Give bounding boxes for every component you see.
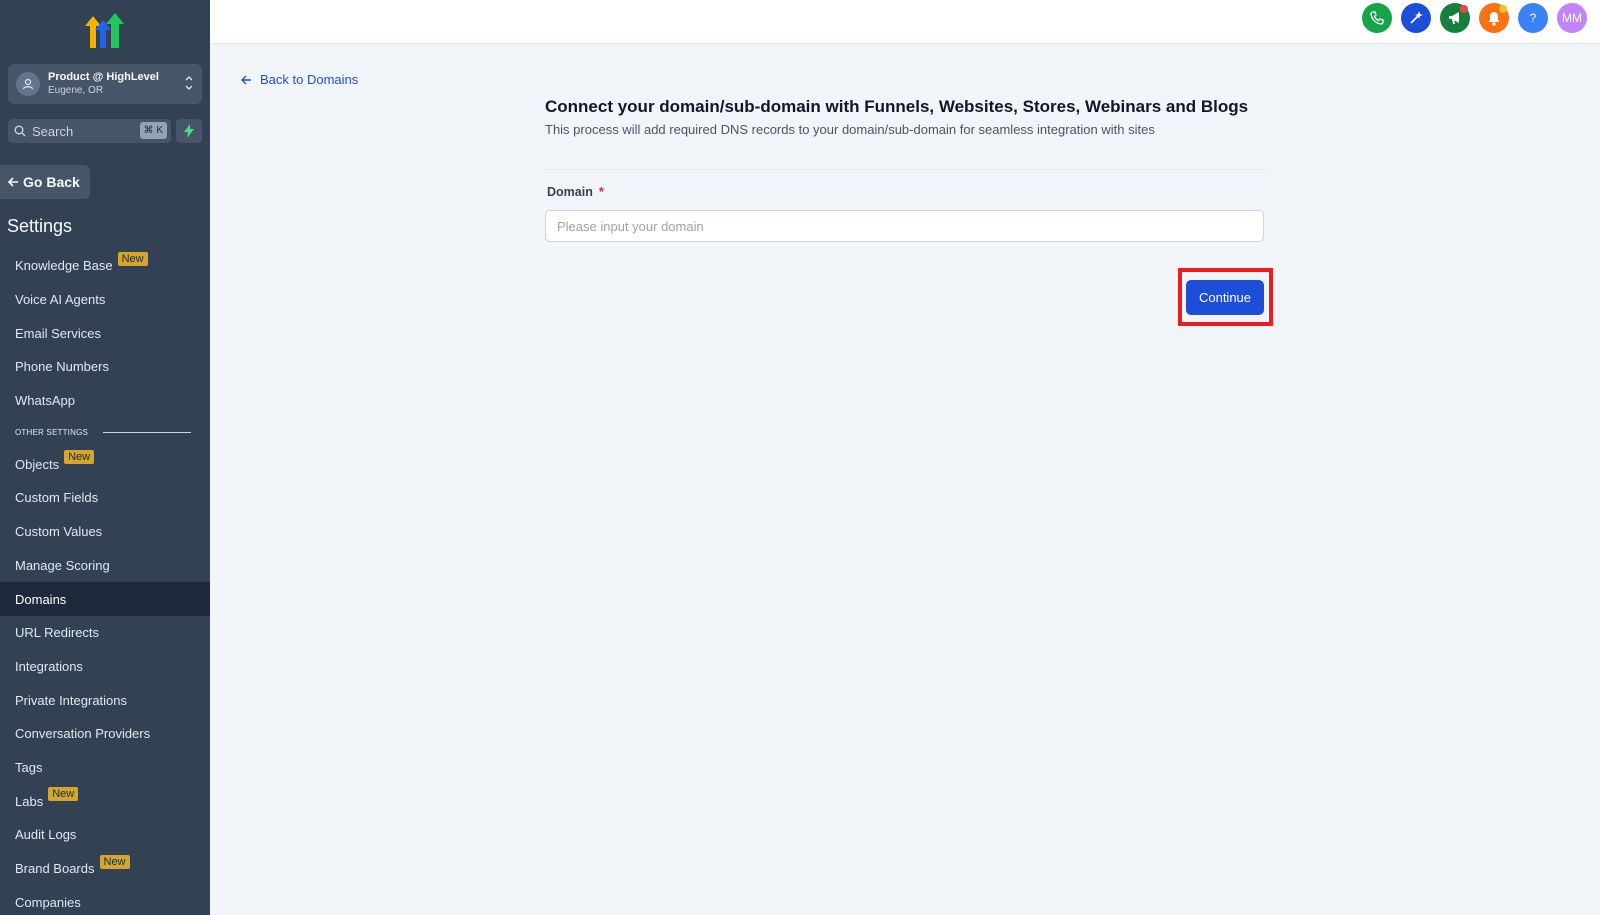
account-name: Product @ HighLevel (48, 71, 159, 83)
sidebar-item-knowledge-base[interactable]: Knowledge Base New (0, 249, 210, 283)
settings-nav: Knowledge Base New Voice AI Agents Email Se… (0, 249, 210, 915)
search-icon (14, 125, 26, 137)
divider (545, 169, 1265, 170)
back-link-label: Back to Domains (260, 72, 359, 87)
required-mark: * (598, 185, 604, 199)
settings-title: Settings (7, 216, 73, 236)
domain-input[interactable] (545, 210, 1264, 242)
notification-dot (1499, 5, 1507, 13)
sidebar-item-label: Custom Values (15, 524, 103, 540)
top-bar: ? MM (210, 0, 1600, 44)
sidebar-item-label: Manage Scoring (15, 557, 110, 573)
sidebar-item-brand-boards[interactable]: Brand Boards New (0, 852, 210, 886)
section-divider (103, 431, 192, 433)
arrow-left-icon (241, 75, 251, 84)
new-badge: New (64, 450, 95, 465)
page-title: Connect your domain/sub-domain with Funn… (545, 97, 1249, 116)
search-shortcut: ⌘ K (139, 122, 167, 139)
sidebar-item-audit-logs[interactable]: Audit Logs (0, 818, 210, 852)
ai-assistant-button[interactable] (1401, 3, 1431, 33)
back-to-domains-link[interactable]: Back to Domains (240, 72, 358, 87)
sidebar-item-conversation-providers[interactable]: Conversation Providers (0, 717, 210, 751)
sidebar-item-label: Audit Logs (15, 827, 77, 843)
sidebar-item-label: Brand Boards (15, 861, 95, 877)
sidebar-item-custom-fields[interactable]: Custom Fields (0, 481, 210, 515)
avatar-initials: MM (1562, 11, 1582, 25)
sidebar-item-labs[interactable]: Labs New (0, 784, 210, 818)
sidebar-item-email-services[interactable]: Email Services (0, 316, 210, 350)
quick-actions-button[interactable] (176, 119, 202, 143)
user-avatar[interactable]: MM (1557, 3, 1587, 33)
help-button[interactable]: ? (1518, 3, 1548, 33)
sidebar-item-phone-numbers[interactable]: Phone Numbers (0, 350, 210, 384)
sidebar-item-domains[interactable]: Domains (0, 582, 210, 616)
sidebar-item-companies[interactable]: Companies (0, 885, 210, 915)
announcements-button[interactable] (1440, 3, 1470, 33)
sidebar-item-custom-values[interactable]: Custom Values (0, 515, 210, 549)
phone-icon (1370, 11, 1384, 25)
sidebar-item-label: Labs (15, 793, 44, 809)
new-badge: New (48, 787, 79, 802)
page-subtitle: This process will add required DNS recor… (545, 122, 1155, 137)
sidebar-item-whatsapp[interactable]: WhatsApp (0, 384, 210, 418)
sidebar-item-label: Tags (15, 759, 43, 775)
phone-button[interactable] (1362, 3, 1392, 33)
sidebar-item-label: Domains (15, 591, 67, 607)
sidebar-item-url-redirects[interactable]: URL Redirects (0, 616, 210, 650)
sidebar-item-manage-scoring[interactable]: Manage Scoring (0, 549, 210, 583)
account-switcher[interactable]: Product @ HighLevel Eugene, OR (8, 64, 202, 104)
sidebar-item-label: Private Integrations (15, 692, 128, 708)
continue-button[interactable]: Continue (1186, 280, 1264, 315)
sparkle-wand-icon (1410, 11, 1423, 24)
sidebar: Product @ HighLevel Eugene, OR Search ⌘ … (0, 0, 210, 915)
help-icon: ? (1529, 11, 1537, 25)
bell-icon (1488, 11, 1500, 26)
sidebar-item-private-integrations[interactable]: Private Integrations (0, 683, 210, 717)
search-input[interactable]: Search ⌘ K (8, 119, 171, 143)
sidebar-item-label: Knowledge Base (15, 258, 113, 274)
location-icon (16, 72, 40, 96)
sidebar-item-label: URL Redirects (15, 625, 100, 641)
sidebar-item-label: Voice AI Agents (15, 292, 106, 308)
sidebar-item-label: Integrations (15, 658, 83, 674)
unread-dot (1460, 5, 1468, 13)
account-location: Eugene, OR (48, 85, 104, 96)
section-other-settings: OTHER SETTINGS (0, 417, 210, 447)
app-logo[interactable] (84, 12, 126, 48)
sidebar-item-label: Phone Numbers (15, 359, 109, 375)
lightning-icon (184, 124, 194, 138)
go-back-button[interactable]: Go Back (0, 165, 90, 199)
sidebar-item-tags[interactable]: Tags (0, 751, 210, 785)
sidebar-item-integrations[interactable]: Integrations (0, 650, 210, 684)
notifications-button[interactable] (1479, 3, 1509, 33)
go-back-label: Go Back (23, 174, 80, 190)
search-label: Search (32, 123, 74, 139)
sidebar-item-objects[interactable]: Objects New (0, 447, 210, 481)
new-badge: New (117, 251, 148, 266)
sidebar-item-label: Email Services (15, 325, 101, 341)
megaphone-icon (1448, 12, 1459, 24)
sidebar-item-label: Custom Fields (15, 490, 99, 506)
arrow-left-icon (7, 177, 18, 187)
sidebar-item-voice-ai-agents[interactable]: Voice AI Agents (0, 283, 210, 317)
sidebar-item-label: Conversation Providers (15, 726, 151, 742)
domain-label-text: Domain (547, 185, 593, 199)
new-badge: New (99, 854, 130, 869)
sidebar-item-label: WhatsApp (15, 393, 75, 409)
domain-label: Domain * (547, 185, 604, 199)
sidebar-item-label: Companies (15, 894, 81, 910)
sidebar-item-label: Objects (15, 456, 60, 472)
chevron-updown-icon (185, 76, 193, 90)
section-label: OTHER SETTINGS (15, 427, 89, 437)
